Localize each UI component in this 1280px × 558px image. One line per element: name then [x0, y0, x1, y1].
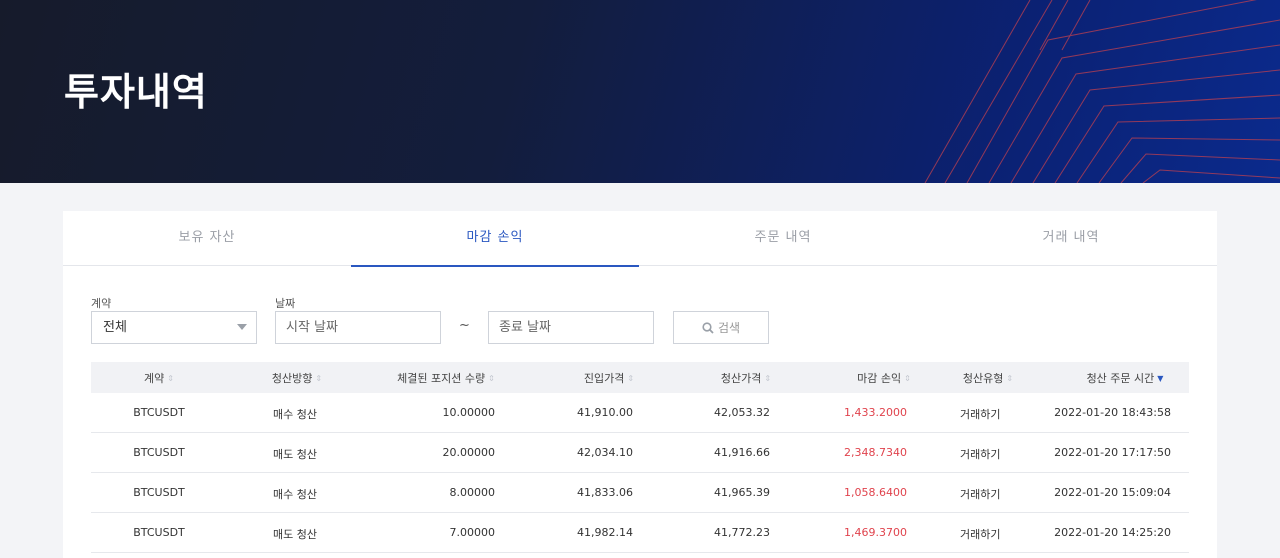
- tab-holdings[interactable]: 보유 자산: [63, 211, 351, 266]
- tab-trade-history[interactable]: 거래 내역: [927, 211, 1215, 266]
- col-contract[interactable]: 계약 ⇕: [144, 370, 174, 386]
- cell-exit-price: 41,772.23: [714, 526, 770, 539]
- date-label: 날짜: [275, 297, 296, 310]
- tab-order-history[interactable]: 주문 내역: [639, 211, 927, 266]
- hero-banner: 투자내역: [0, 0, 1280, 183]
- sort-icon: ⇕: [764, 374, 772, 383]
- end-date-input[interactable]: [488, 311, 654, 344]
- cell-exit-price: 41,965.39: [714, 486, 770, 499]
- page-title: 투자내역: [64, 70, 208, 114]
- col-entry-price[interactable]: 진입가격 ⇕: [584, 370, 634, 386]
- cell-direction: 매수 청산: [273, 408, 317, 421]
- col-exit-price[interactable]: 청산가격 ⇕: [721, 370, 771, 386]
- cell-entry-price: 41,833.06: [577, 486, 633, 499]
- cell-close-time: 2022-01-20 18:43:58: [1054, 406, 1171, 419]
- col-closed-pnl[interactable]: 마감 손익 ⇕: [857, 370, 911, 386]
- sort-icon: ⇕: [1006, 374, 1014, 383]
- search-icon: [702, 321, 714, 334]
- cell-entry-price: 42,034.10: [577, 446, 633, 459]
- col-quantity[interactable]: 체결된 포지션 수량 ⇕: [397, 370, 495, 386]
- cell-contract: BTCUSDT: [133, 446, 185, 459]
- cell-quantity: 10.00000: [442, 406, 496, 419]
- content-panel: 보유 자산 마감 손익 주문 내역 거래 내역 계약 전체 날짜 ~ 검색 계약…: [63, 211, 1217, 558]
- cell-direction: 매도 청산: [273, 528, 317, 541]
- sort-icon: ⇕: [627, 374, 635, 383]
- cell-entry-price: 41,982.14: [577, 526, 633, 539]
- cell-close-type: 거래하기: [960, 528, 1001, 541]
- search-button-label: 검색: [717, 321, 741, 335]
- cell-contract: BTCUSDT: [133, 526, 185, 539]
- cell-exit-price: 41,916.66: [714, 446, 770, 459]
- cell-close-type: 거래하기: [960, 408, 1001, 421]
- cell-closed-pnl: 2,348.7340: [844, 446, 907, 459]
- cell-close-time: 2022-01-20 15:09:04: [1054, 486, 1171, 499]
- start-date-input[interactable]: [275, 311, 441, 344]
- sort-icon: ⇕: [488, 374, 495, 383]
- chevron-down-icon: [237, 324, 247, 330]
- sort-desc-icon: ▼: [1157, 374, 1164, 383]
- col-close-time[interactable]: 청산 주문 시간 ▼: [1087, 370, 1164, 386]
- cell-closed-pnl: 1,433.2000: [844, 406, 907, 419]
- cell-contract: BTCUSDT: [133, 406, 185, 419]
- table-row[interactable]: BTCUSDT 매수 청산 10.00000 41,910.00 42,053.…: [91, 393, 1189, 433]
- col-direction[interactable]: 청산방향 ⇕: [272, 370, 322, 386]
- sort-icon: ⇕: [904, 374, 911, 383]
- cell-exit-price: 42,053.32: [714, 406, 770, 419]
- cell-direction: 매도 청산: [273, 448, 317, 461]
- table-header: 계약 ⇕ 청산방향 ⇕ 체결된 포지션 수량 ⇕ 진입가격 ⇕ 청산가격 ⇕ 마감 손익 ⇕…: [91, 362, 1189, 393]
- cell-quantity: 20.00000: [442, 446, 496, 459]
- date-separator: ~: [459, 318, 470, 333]
- cell-closed-pnl: 1,469.3700: [844, 526, 907, 539]
- closed-pnl-table: 계약 ⇕ 청산방향 ⇕ 체결된 포지션 수량 ⇕ 진입가격 ⇕ 청산가격 ⇕ 마감 손익 ⇕…: [91, 362, 1189, 553]
- contract-select[interactable]: 전체: [91, 311, 257, 344]
- table-row[interactable]: BTCUSDT 매수 청산 8.00000 41,833.06 41,965.3…: [91, 473, 1189, 513]
- search-button[interactable]: 검색: [673, 311, 769, 344]
- cell-quantity: 7.00000: [449, 526, 496, 539]
- cell-direction: 매수 청산: [273, 488, 317, 501]
- cell-closed-pnl: 1,058.6400: [844, 486, 907, 499]
- tab-closed-pnl[interactable]: 마감 손익: [351, 211, 639, 267]
- sort-icon: ⇕: [315, 374, 323, 383]
- contract-label: 계약: [91, 297, 112, 310]
- sort-icon: ⇕: [167, 374, 174, 383]
- cell-close-time: 2022-01-20 17:17:50: [1054, 446, 1171, 459]
- table-row[interactable]: BTCUSDT 매도 청산 20.00000 42,034.10 41,916.…: [91, 433, 1189, 473]
- cell-entry-price: 41,910.00: [577, 406, 633, 419]
- cell-close-time: 2022-01-20 14:25:20: [1054, 526, 1171, 539]
- cell-close-type: 거래하기: [960, 448, 1001, 461]
- cell-contract: BTCUSDT: [133, 486, 185, 499]
- col-close-type[interactable]: 청산유형 ⇕: [963, 370, 1013, 386]
- tab-bar: 보유 자산 마감 손익 주문 내역 거래 내역: [63, 211, 1217, 267]
- table-row[interactable]: BTCUSDT 매도 청산 7.00000 41,982.14 41,772.2…: [91, 513, 1189, 553]
- contract-select-value: 전체: [103, 320, 127, 335]
- cell-quantity: 8.00000: [449, 486, 496, 499]
- cell-close-type: 거래하기: [960, 488, 1001, 501]
